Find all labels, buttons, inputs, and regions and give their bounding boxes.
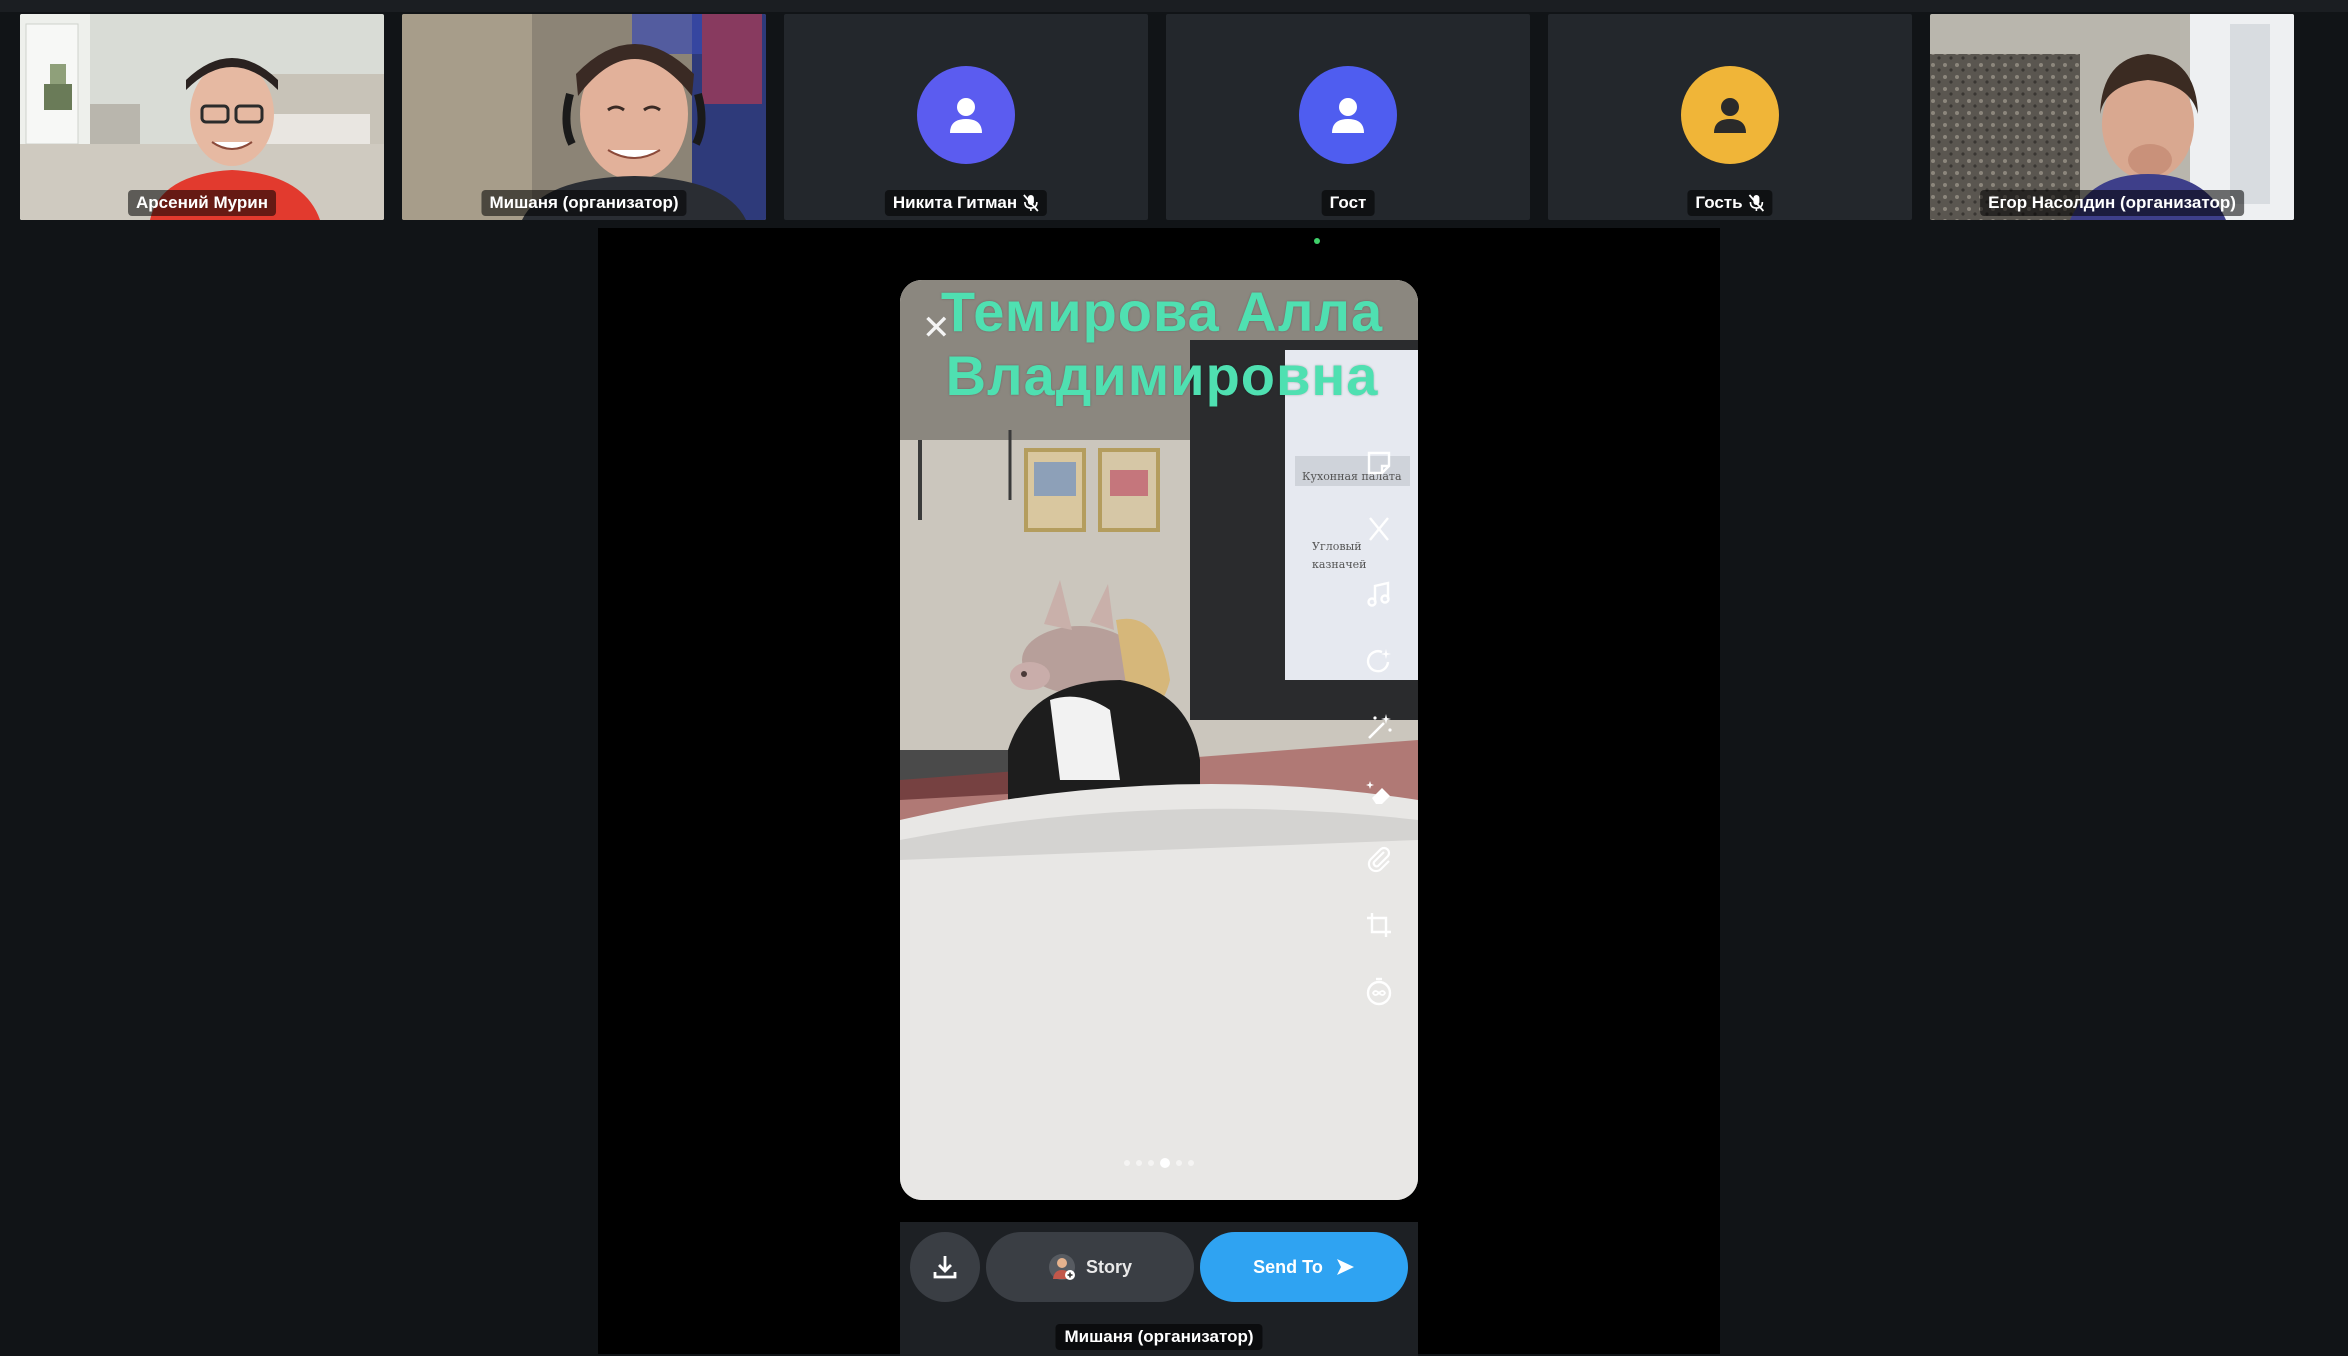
participant-name: Арсений Мурин [128,190,276,216]
shared-phone-screen: Кухонная палата Угловый казначей Темиров… [900,280,1418,1200]
story-avatar-icon [1048,1254,1075,1280]
send-to-button[interactable]: Send To [1200,1232,1408,1302]
music-note-icon[interactable] [1354,562,1404,628]
caption-overlay: Темирова Алла Владимировна [940,280,1384,407]
participant-tile[interactable]: Егор Насолдин (организатор) [1930,14,2294,220]
page-dot [1124,1160,1130,1166]
participant-name: Гост [1321,190,1375,216]
user-icon [1714,98,1746,133]
snap-action-bar: Story Send To Мишаня (организатор) [900,1222,1418,1356]
crop-icon[interactable] [1354,892,1404,958]
refresh-sparkle-icon[interactable] [1354,628,1404,694]
participant-tile[interactable]: Гость [1548,14,1912,220]
avatar [1299,66,1397,164]
snap-photo: Кухонная палата Угловый казначей [900,280,1418,1200]
story-button[interactable]: Story [986,1232,1194,1302]
snap-tool-column [1354,430,1404,1024]
page-dot [1176,1160,1182,1166]
participant-name: Мишаня (организатор) [481,190,687,216]
participant-name-text: Мишаня (организатор) [489,193,679,212]
mic-off-icon [1023,194,1039,212]
page-dot [1136,1160,1142,1166]
download-icon [933,1256,957,1279]
participant-tile[interactable]: Мишаня (организатор) [402,14,766,220]
participant-tile[interactable]: Никита Гитман [784,14,1148,220]
close-icon[interactable]: ✕ [922,308,951,348]
user-icon [1332,98,1364,133]
participant-name-text: Никита Гитман [892,193,1018,212]
paperclip-icon[interactable] [1354,826,1404,892]
page-dot [1160,1158,1170,1168]
participant-name-text: Гост [1329,193,1367,212]
presenter-name: Мишаня (организатор) [1055,1324,1263,1350]
avatar [917,66,1015,164]
magic-wand-icon[interactable] [1354,694,1404,760]
participant-strip: Арсений Мурин Мишаня (организатор) Никит… [0,14,2348,220]
page-dot [1188,1160,1194,1166]
participant-name-text: Егор Насолдин (организатор) [1988,193,2236,212]
participant-name: Егор Насолдин (организатор) [1980,190,2244,216]
participant-name-text: Арсений Мурин [136,193,268,212]
participant-name: Никита Гитман [884,190,1048,216]
user-icon [950,98,982,133]
scissors-icon[interactable] [1354,496,1404,562]
participant-name: Гость [1687,190,1773,216]
timer-loop-icon[interactable] [1354,958,1404,1024]
eraser-icon[interactable] [1354,760,1404,826]
speaking-indicator [1314,238,1320,244]
participant-tile[interactable]: Арсений Мурин [20,14,384,220]
page-indicator [1124,1158,1194,1168]
avatar [1681,66,1779,164]
download-button[interactable] [910,1232,980,1302]
send-arrow-icon [1336,1259,1354,1275]
mic-off-icon [1748,194,1765,212]
page-dot [1148,1160,1154,1166]
sticker-icon[interactable] [1354,430,1404,496]
participant-tile[interactable]: Гост [1166,14,1530,220]
send-to-button-label: Send To [1253,1256,1323,1277]
participant-name-text: Гость [1695,193,1743,212]
story-button-label: Story [1085,1256,1132,1277]
window-top-strip [0,0,2348,12]
